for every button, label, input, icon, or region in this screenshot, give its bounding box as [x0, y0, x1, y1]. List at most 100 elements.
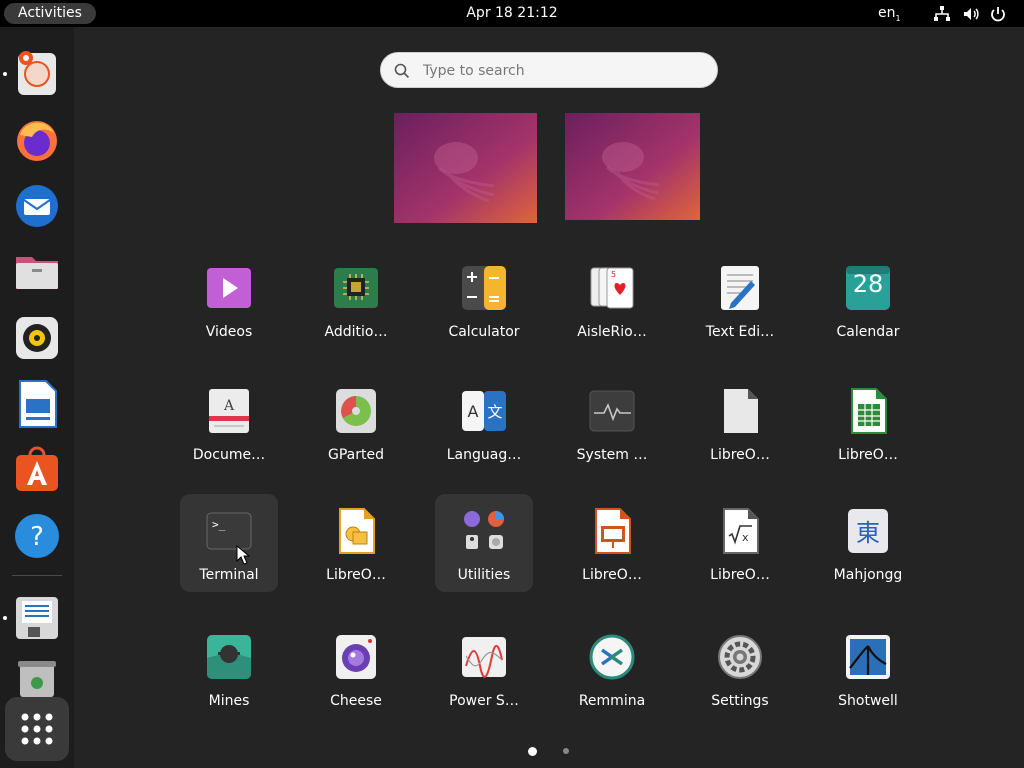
- libreoffice-impress-icon: [595, 508, 631, 554]
- dock: ?: [0, 27, 74, 768]
- files-icon[interactable]: [12, 247, 62, 297]
- app-power-statistics[interactable]: Power S…: [435, 620, 533, 718]
- app-label: LibreO…: [838, 447, 898, 463]
- gparted-icon: [336, 389, 376, 433]
- clock: Apr 18 21:12: [0, 0, 1024, 27]
- app-settings[interactable]: Settings: [691, 620, 789, 718]
- libreoffice-calc-icon: [851, 388, 887, 434]
- app-document-viewer[interactable]: A Docume…: [180, 374, 278, 472]
- settings-icon: [718, 635, 762, 679]
- help-icon[interactable]: ?: [12, 511, 62, 561]
- text-editor-icon: [721, 266, 759, 310]
- firefox-icon[interactable]: [12, 115, 62, 165]
- app-label: Calendar: [836, 324, 900, 340]
- app-label: Settings: [711, 693, 769, 709]
- app-label: LibreO…: [710, 567, 770, 583]
- app-label: Power S…: [449, 693, 519, 709]
- app-cheese[interactable]: Cheese: [307, 620, 405, 718]
- app-label: AisleRio…: [577, 324, 647, 340]
- svg-text:文: 文: [487, 403, 502, 421]
- app-label: Terminal: [199, 567, 259, 583]
- app-label: LibreO…: [582, 567, 642, 583]
- app-shotwell[interactable]: Shotwell: [819, 620, 917, 718]
- show-apps-button[interactable]: [5, 697, 69, 761]
- app-terminal[interactable]: >_ Terminal: [180, 494, 278, 592]
- rhythmbox-icon[interactable]: [12, 313, 62, 363]
- app-libreoffice-draw[interactable]: LibreO…: [307, 494, 405, 592]
- clock-label[interactable]: Apr 18 21:12: [466, 5, 557, 21]
- shotwell-icon: [846, 635, 890, 679]
- app-label: Cheese: [330, 693, 382, 709]
- system-monitor-icon: [589, 390, 635, 432]
- app-label: GParted: [328, 447, 384, 463]
- dock-separator: [12, 575, 62, 576]
- top-bar: Activities Apr 18 21:12 en1: [0, 0, 1024, 27]
- app-label: Mines: [208, 693, 250, 709]
- app-label: Utilities: [457, 567, 511, 583]
- app-label: System …: [576, 447, 648, 463]
- app-mines[interactable]: Mines: [180, 620, 278, 718]
- aisleriot-icon: 5: [590, 267, 634, 309]
- app-label: Languag…: [446, 447, 522, 463]
- svg-text:A: A: [468, 402, 479, 421]
- remmina-icon: [589, 634, 635, 680]
- app-calculator[interactable]: Calculator: [435, 251, 533, 349]
- activities-button[interactable]: Activities: [4, 3, 96, 24]
- libreoffice-icon: [724, 389, 758, 433]
- workspace-thumbnail-1[interactable]: [394, 113, 537, 223]
- language-indicator[interactable]: en1: [878, 0, 901, 32]
- libreoffice-math-icon: x: [723, 508, 759, 554]
- thunderbird-icon[interactable]: [12, 181, 62, 231]
- language-label: en: [878, 5, 896, 21]
- app-libreoffice[interactable]: LibreO…: [691, 374, 789, 472]
- app-videos[interactable]: Videos: [180, 251, 278, 349]
- app-label: Docume…: [192, 447, 266, 463]
- page-indicator-1[interactable]: [528, 747, 537, 756]
- calendar-date-badge: 28: [852, 270, 884, 298]
- language-sub: 1: [895, 13, 901, 23]
- app-aisleriot[interactable]: 5 AisleRio…: [563, 251, 661, 349]
- app-mahjongg[interactable]: 東 Mahjongg: [819, 494, 917, 592]
- workspace-thumbnail-2[interactable]: [565, 113, 700, 220]
- app-label: Mahjongg: [833, 567, 903, 583]
- app-libreoffice-math[interactable]: x LibreO…: [691, 494, 789, 592]
- search-icon: [394, 63, 410, 79]
- app-center-icon[interactable]: [12, 445, 62, 495]
- running-indicator: [3, 616, 7, 620]
- network-icon[interactable]: [933, 5, 951, 23]
- libreoffice-writer-icon[interactable]: [12, 379, 62, 429]
- grid-icon: [21, 713, 53, 745]
- mines-icon: [207, 635, 251, 679]
- language-support-icon: A文: [462, 391, 506, 431]
- app-calendar[interactable]: 28 Calendar: [819, 251, 917, 349]
- svg-text:5: 5: [611, 270, 616, 279]
- svg-text:A: A: [223, 398, 235, 414]
- app-language-support[interactable]: A文 Languag…: [435, 374, 533, 472]
- app-label: LibreO…: [710, 447, 770, 463]
- app-system-monitor[interactable]: System …: [563, 374, 661, 472]
- app-libreoffice-calc[interactable]: LibreO…: [819, 374, 917, 472]
- svg-text:x: x: [742, 531, 749, 544]
- app-additional-drivers[interactable]: Additio…: [307, 251, 405, 349]
- app-text-editor[interactable]: Text Edi…: [691, 251, 789, 349]
- app-gparted[interactable]: GParted: [307, 374, 405, 472]
- app-libreoffice-impress[interactable]: LibreO…: [563, 494, 661, 592]
- power-icon[interactable]: [989, 5, 1007, 23]
- svg-text:>_: >_: [212, 518, 226, 531]
- search-box[interactable]: [380, 52, 718, 88]
- volume-icon[interactable]: [962, 5, 980, 23]
- app-utilities-folder[interactable]: Utilities: [435, 494, 533, 592]
- app-remmina[interactable]: Remmina: [563, 620, 661, 718]
- document-viewer-icon: A: [209, 389, 249, 433]
- trash-icon[interactable]: [12, 657, 62, 697]
- calculator-icon: [462, 266, 506, 310]
- save-disk-icon[interactable]: [12, 593, 62, 643]
- additional-drivers-icon: [334, 268, 378, 308]
- page-indicator-2[interactable]: [563, 748, 569, 754]
- app-label: Videos: [205, 324, 253, 340]
- ubuntu-installer-icon[interactable]: [12, 49, 62, 99]
- mahjongg-glyph: 東: [856, 519, 880, 547]
- app-label: LibreO…: [326, 567, 386, 583]
- libreoffice-draw-icon: [339, 508, 375, 554]
- search-input[interactable]: [421, 59, 705, 83]
